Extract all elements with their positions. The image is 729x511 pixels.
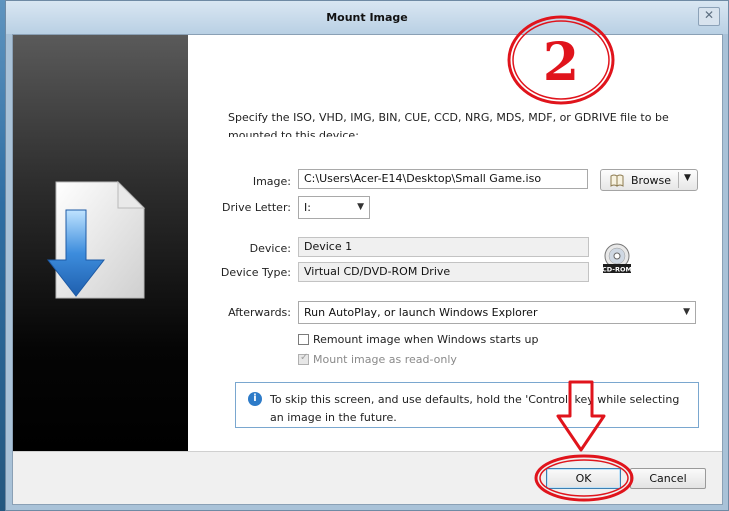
device-type-field: Virtual CD/DVD-ROM Drive xyxy=(298,262,589,282)
info-icon: i xyxy=(248,392,262,406)
readonly-checkbox-row: Mount image as read-only xyxy=(298,352,498,369)
readonly-label: Mount image as read-only xyxy=(313,353,457,366)
remount-checkbox[interactable] xyxy=(298,334,309,345)
info-text: To skip this screen, and use defaults, h… xyxy=(270,393,680,424)
drive-letter-select[interactable]: I: ▼ xyxy=(298,196,370,219)
dialog-body: Specify the ISO, VHD, IMG, BIN, CUE, CCD… xyxy=(12,34,723,505)
drive-letter-label: Drive Letter: xyxy=(222,201,291,214)
browse-label: Browse xyxy=(631,174,672,187)
mount-image-dialog: Mount Image ✕ Specify the ISO, VHD, IMG,… xyxy=(5,0,729,511)
browse-button[interactable]: Browse ▼ xyxy=(600,169,698,191)
mount-file-icon xyxy=(46,180,146,299)
device-field: Device 1 xyxy=(298,237,589,257)
cd-rom-icon: CD-ROM xyxy=(602,243,632,274)
afterwards-value: Run AutoPlay, or launch Windows Explorer xyxy=(304,306,538,319)
book-icon xyxy=(610,174,624,187)
info-box: i To skip this screen, and use defaults,… xyxy=(235,382,699,428)
dialog-footer: OK Cancel xyxy=(13,451,722,504)
banner-panel xyxy=(13,35,188,453)
image-label: Image: xyxy=(252,175,291,188)
split-divider xyxy=(678,172,679,188)
afterwards-select[interactable]: Run AutoPlay, or launch Windows Explorer… xyxy=(298,301,696,324)
remount-checkbox-row[interactable]: Remount image when Windows starts up xyxy=(298,333,558,349)
drive-letter-value: I: xyxy=(304,201,311,214)
afterwards-label: Afterwards: xyxy=(228,306,291,319)
intro-text: Specify the ISO, VHD, IMG, BIN, CUE, CCD… xyxy=(228,111,669,137)
remount-label: Remount image when Windows starts up xyxy=(313,333,539,346)
device-type-label: Device Type: xyxy=(220,266,291,279)
readonly-checkbox xyxy=(298,352,309,365)
cd-rom-text: CD-ROM xyxy=(602,266,632,274)
chevron-down-icon: ▼ xyxy=(683,307,690,317)
window-title: Mount Image xyxy=(326,11,408,24)
ok-button[interactable]: OK xyxy=(546,468,621,489)
image-path-input[interactable]: C:\Users\Acer-E14\Desktop\Small Game.iso xyxy=(298,169,588,189)
chevron-down-icon: ▼ xyxy=(357,202,364,212)
close-icon: ✕ xyxy=(703,8,715,22)
title-bar[interactable]: Mount Image ✕ xyxy=(6,1,728,34)
chevron-down-icon[interactable]: ▼ xyxy=(684,173,691,183)
cancel-button[interactable]: Cancel xyxy=(630,468,706,489)
close-button[interactable]: ✕ xyxy=(698,7,720,26)
device-label: Device: xyxy=(249,242,291,255)
